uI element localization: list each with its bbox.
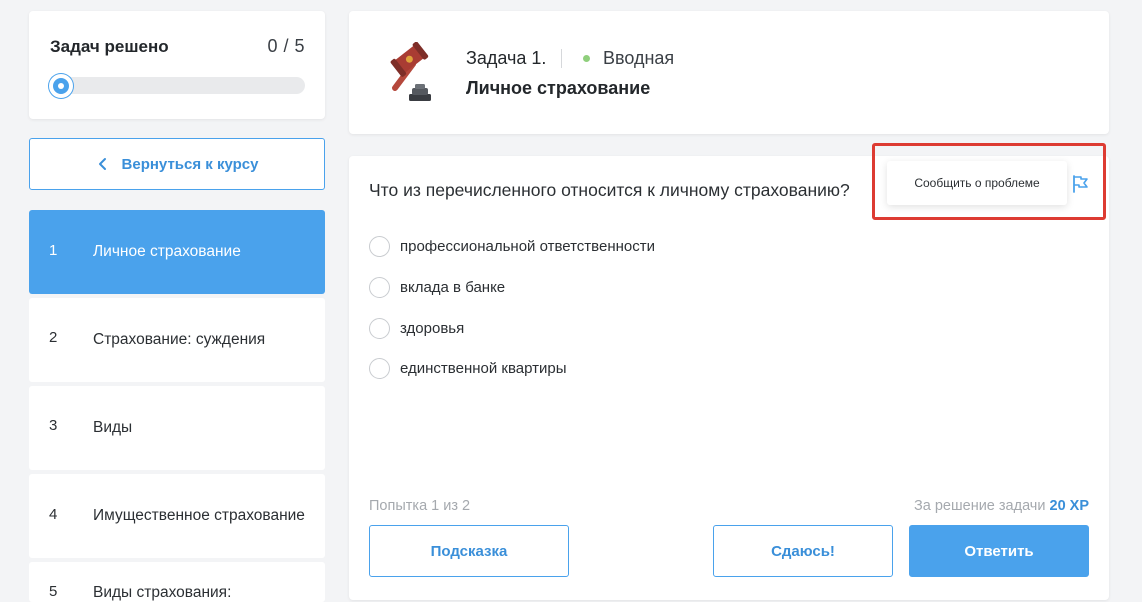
task-label: Виды bbox=[93, 419, 133, 436]
report-problem-tooltip[interactable]: Сообщить о проблеме bbox=[887, 161, 1067, 205]
task-item-2[interactable]: 2 Страхование: суждения bbox=[29, 298, 325, 382]
progress-card: Задач решено 0 / 5 bbox=[29, 11, 325, 119]
task-header: Задача 1. Вводная Личное страхование bbox=[349, 11, 1109, 134]
answer-option[interactable]: здоровья bbox=[369, 318, 464, 339]
answer-option-label: единственной квартиры bbox=[400, 360, 567, 377]
reward-xp: 20 XP bbox=[1049, 498, 1090, 514]
task-level: Вводная bbox=[603, 48, 675, 68]
task-number: 2 bbox=[49, 329, 58, 346]
answer-option[interactable]: единственной квартиры bbox=[369, 358, 567, 379]
answer-option-label: вклада в банке bbox=[400, 279, 506, 296]
answer-option[interactable]: вклада в банке bbox=[369, 277, 505, 298]
give-up-button[interactable]: Сдаюсь! bbox=[713, 525, 893, 577]
task-label: Виды страхования: bbox=[93, 584, 232, 601]
task-number: 3 bbox=[49, 417, 58, 434]
divider bbox=[561, 49, 562, 68]
progress-knob bbox=[49, 74, 73, 98]
chevron-left-icon bbox=[98, 158, 106, 170]
answer-option-label: здоровья bbox=[400, 320, 465, 337]
task-item-3[interactable]: 3 Виды bbox=[29, 386, 325, 470]
radio-button[interactable] bbox=[369, 277, 390, 298]
task-number-label: Задача 1. bbox=[466, 48, 547, 68]
question-text: Что из перечисленного относится к личном… bbox=[369, 180, 850, 200]
task-number: 1 bbox=[49, 242, 58, 259]
task-number: 4 bbox=[49, 506, 58, 523]
radio-button[interactable] bbox=[369, 358, 390, 379]
reward-prefix: За решение задачи bbox=[914, 498, 1046, 514]
task-item-4[interactable]: 4 Имущественное страхование bbox=[29, 474, 325, 558]
task-title: Личное страхование bbox=[466, 78, 651, 98]
radio-button[interactable] bbox=[369, 318, 390, 339]
answer-option[interactable]: профессиональной ответственности bbox=[369, 236, 655, 257]
progress-title: Задач решено bbox=[50, 37, 169, 56]
question-card: Что из перечисленного относится к личном… bbox=[349, 156, 1109, 600]
back-to-course-label: Вернуться к курсу bbox=[121, 155, 259, 173]
answer-option-label: профессиональной ответственности bbox=[400, 238, 655, 255]
task-item-1[interactable]: 1 Личное страхование bbox=[29, 210, 325, 294]
back-to-course-button[interactable]: Вернуться к курсу bbox=[29, 138, 325, 190]
task-item-5[interactable]: 5 Виды страхования: bbox=[29, 562, 325, 602]
radio-button[interactable] bbox=[369, 236, 390, 257]
progress-bar bbox=[49, 74, 305, 98]
progress-count: 0 / 5 bbox=[267, 36, 305, 56]
hammer-icon bbox=[390, 42, 431, 101]
answer-button[interactable]: Ответить bbox=[909, 525, 1089, 577]
task-label: Страхование: суждения bbox=[93, 331, 266, 348]
flag-icon[interactable] bbox=[1070, 174, 1090, 194]
hint-button[interactable]: Подсказка bbox=[369, 525, 569, 577]
task-number: 5 bbox=[49, 583, 58, 600]
level-dot bbox=[583, 55, 590, 62]
task-label: Имущественное страхование bbox=[93, 507, 305, 524]
task-label: Личное страхование bbox=[93, 243, 241, 260]
attempts-counter: Попытка 1 из 2 bbox=[369, 498, 471, 514]
reward-info: За решение задачи 20 XP bbox=[914, 498, 1089, 514]
